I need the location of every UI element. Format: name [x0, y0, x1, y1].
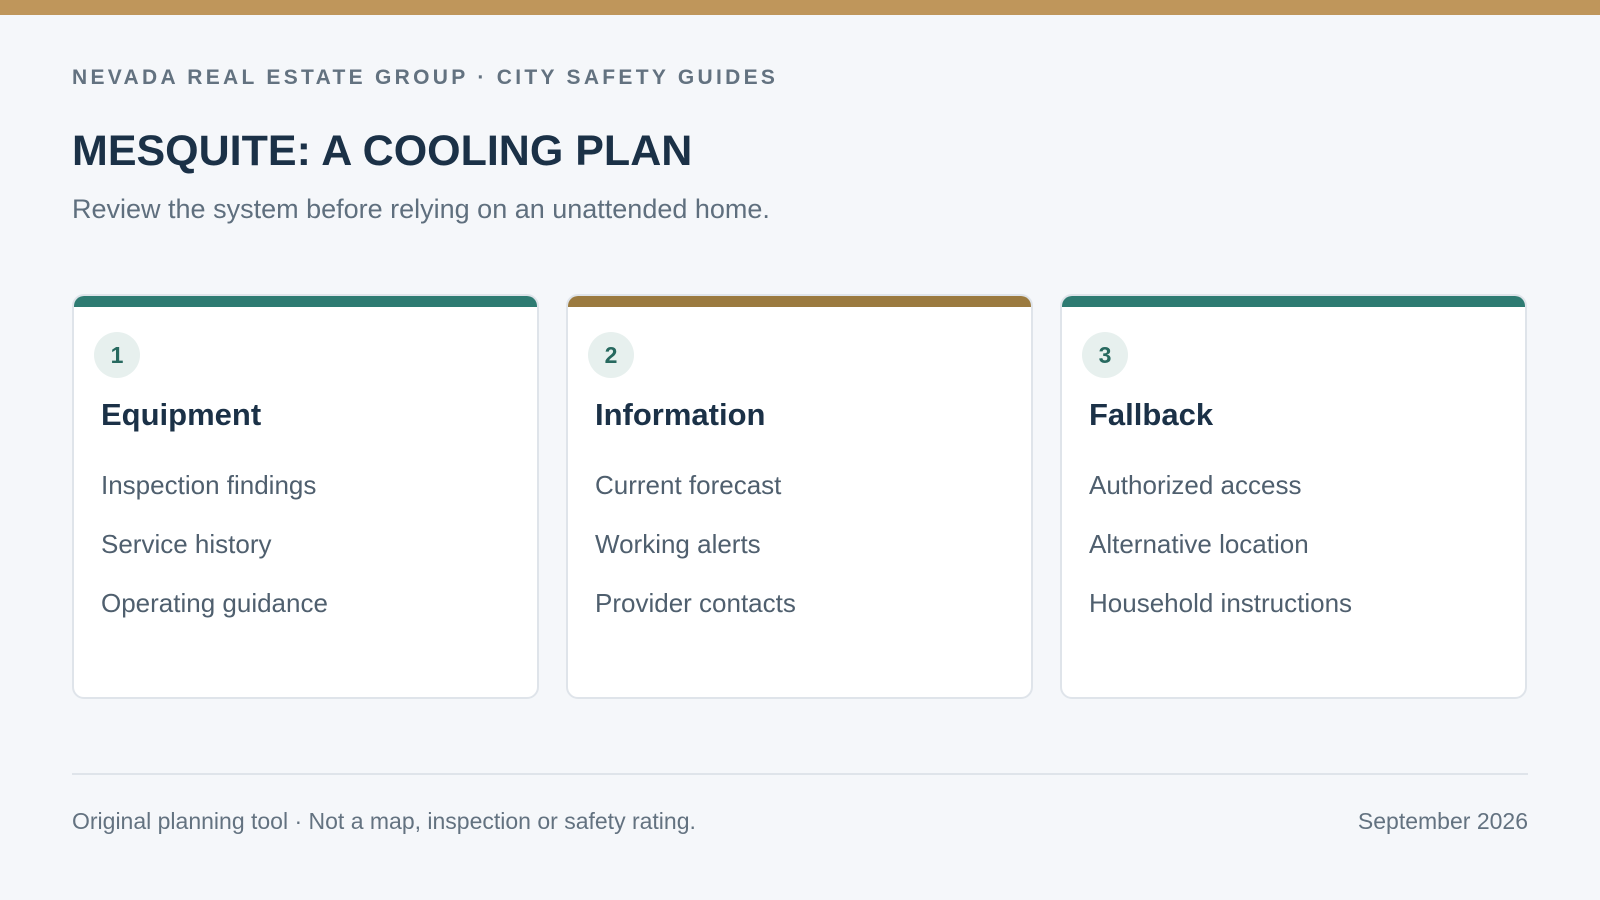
card-accent-bar: [74, 296, 537, 307]
page-subtitle: Review the system before relying on an u…: [72, 194, 770, 224]
card-title: Equipment: [101, 397, 262, 432]
list-item: Current forecast: [595, 470, 782, 500]
list-item: Alternative location: [1089, 529, 1309, 559]
page-title: MESQUITE: A COOLING PLAN: [72, 127, 693, 175]
list-item: Inspection findings: [101, 470, 317, 500]
step-number-badge: 1: [94, 332, 140, 378]
card-information: 2 Information Current forecast Working a…: [566, 294, 1033, 699]
step-number-badge: 2: [588, 332, 634, 378]
card-equipment: 1 Equipment Inspection findings Service …: [72, 294, 539, 699]
footer-divider: [72, 773, 1528, 775]
list-item: Authorized access: [1089, 470, 1302, 500]
footer-disclaimer: Original planning tool · Not a map, insp…: [72, 808, 696, 834]
card-item-list: Authorized access Alternative location H…: [1089, 470, 1352, 647]
card-item-list: Inspection findings Service history Oper…: [101, 470, 328, 647]
card-title: Information: [595, 397, 766, 432]
card-fallback: 3 Fallback Authorized access Alternative…: [1060, 294, 1527, 699]
list-item: Working alerts: [595, 529, 761, 559]
card-accent-bar: [1062, 296, 1525, 307]
card-accent-bar: [568, 296, 1031, 307]
eyebrow-label: NEVADA REAL ESTATE GROUP · CITY SAFETY G…: [72, 66, 779, 89]
card-item-list: Current forecast Working alerts Provider…: [595, 470, 796, 647]
list-item: Operating guidance: [101, 588, 328, 618]
footer-date: September 2026: [1357, 808, 1528, 834]
top-accent-bar: [0, 0, 1600, 15]
list-item: Provider contacts: [595, 588, 796, 618]
list-item: Service history: [101, 529, 272, 559]
list-item: Household instructions: [1089, 588, 1353, 618]
card-title: Fallback: [1089, 397, 1214, 432]
step-number-badge: 3: [1082, 332, 1128, 378]
